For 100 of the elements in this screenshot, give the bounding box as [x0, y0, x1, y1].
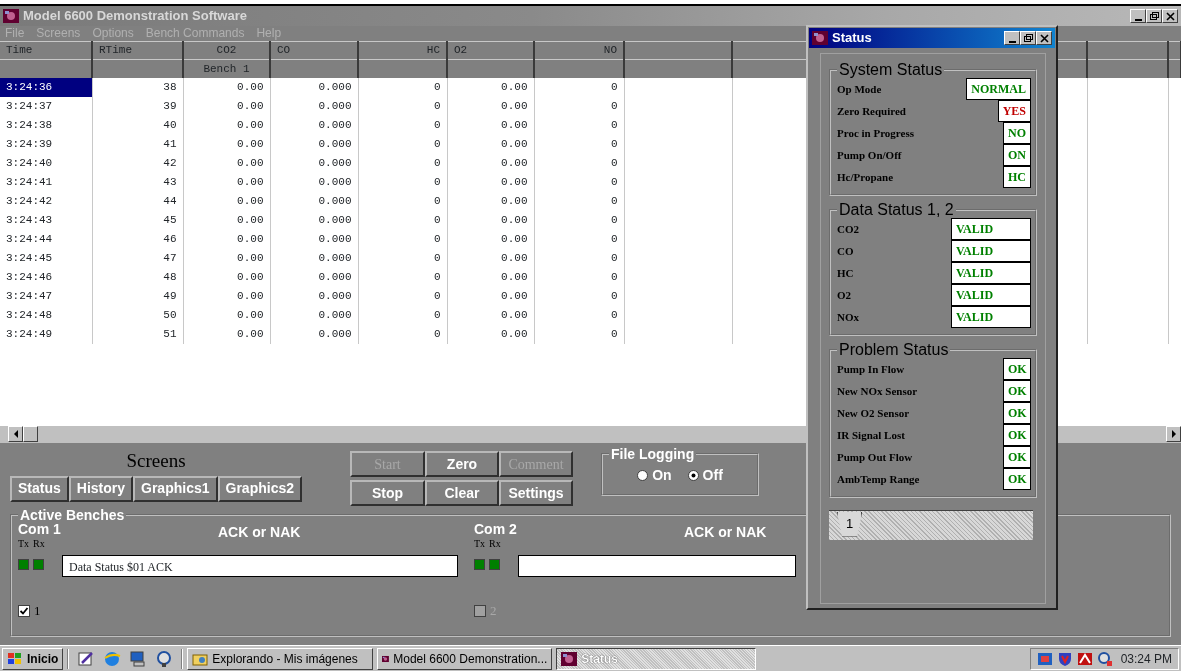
command-button[interactable]: Stop [350, 480, 425, 506]
table-cell: 0 [534, 191, 624, 211]
status-label: NOx [837, 309, 859, 325]
ack-label: ACK or NAK [218, 523, 301, 542]
table-cell: 3:24:37 [0, 96, 92, 116]
app-icon [812, 31, 828, 45]
command-button[interactable]: Zero [425, 451, 499, 477]
status-label: CO2 [837, 221, 859, 237]
table-cell: 46 [92, 229, 183, 249]
table-cell: 3:24:47 [0, 286, 92, 306]
tx-label: Tx [474, 537, 486, 551]
table-cell: 0.000 [270, 305, 358, 325]
restore-button[interactable] [1146, 9, 1162, 23]
table-cell: 0 [358, 77, 447, 97]
table-cell: 0.00 [183, 191, 270, 211]
column-header[interactable]: RTime [92, 41, 183, 60]
taskbar-button[interactable]: Status [556, 647, 757, 670]
screen-button[interactable]: Graphics2 [217, 475, 302, 502]
column-header[interactable]: Time [0, 41, 92, 60]
status-label: Zero Required [837, 103, 906, 119]
table-cell: 43 [92, 172, 183, 192]
table-cell: 0 [358, 305, 447, 325]
table-cell: 3:24:45 [0, 248, 92, 268]
page-tab[interactable]: 1 [837, 512, 863, 537]
table-cell: 0 [534, 210, 624, 230]
column-header[interactable]: O2 [447, 41, 534, 60]
table-cell: 3:24:38 [0, 115, 92, 135]
column-header[interactable]: CO2 [183, 41, 270, 60]
screen-button[interactable]: Status [10, 475, 69, 502]
radio-button[interactable] [687, 470, 699, 481]
table-cell: 0.00 [183, 210, 270, 230]
desktop-icon[interactable] [129, 649, 148, 668]
radio-button[interactable] [637, 470, 649, 481]
taskbar-button[interactable]: Model 6600 Demonstration... [377, 647, 553, 670]
restore-button[interactable] [1020, 31, 1036, 45]
restore-icon [1149, 12, 1159, 20]
radio-option[interactable]: On [637, 465, 672, 486]
table-cell: 0.00 [447, 172, 534, 192]
close-button[interactable] [1162, 9, 1178, 23]
shield-icon[interactable] [1056, 650, 1073, 667]
table-cell: 0.00 [183, 267, 270, 287]
table-cell: 47 [92, 248, 183, 268]
message-field[interactable] [518, 555, 796, 577]
close-icon [1165, 11, 1175, 21]
status-value: OK [1003, 402, 1031, 424]
screen-button[interactable]: History [68, 475, 134, 502]
table-cell: 0.00 [183, 172, 270, 192]
table-cell: 0.00 [183, 286, 270, 306]
table-cell: 0 [358, 96, 447, 116]
table-cell: 0.00 [183, 96, 270, 116]
status-value: HC [1003, 166, 1031, 188]
table-cell: 3:24:41 [0, 172, 92, 192]
table-cell: 38 [92, 77, 183, 97]
table-cell: 0 [534, 153, 624, 173]
bench-checkbox[interactable]: 1 [18, 601, 458, 621]
status-value: VALID [951, 240, 1031, 262]
column-header[interactable]: HC [358, 41, 447, 60]
table-cell: 0.000 [270, 153, 358, 173]
radio-option[interactable]: Off [687, 465, 723, 486]
table-cell: 50 [92, 305, 183, 325]
window-title: Model 6600 Demonstration Software [23, 7, 247, 26]
status-label: Pump Out Flow [837, 449, 913, 465]
command-button[interactable]: Settings [499, 480, 573, 506]
column-header[interactable]: CO [270, 41, 358, 60]
table-cell: 0 [358, 153, 447, 173]
rx-label: Rx [489, 537, 501, 551]
taskbar-button[interactable]: Explorando - Mis imágenes [187, 647, 374, 670]
table-cell: 0 [358, 286, 447, 306]
column-header[interactable]: NO [534, 41, 624, 60]
minimize-button[interactable] [1130, 9, 1146, 23]
status-label: New O2 Sensor [837, 405, 910, 421]
screen-button[interactable]: Graphics1 [133, 475, 218, 502]
table-cell: 0.000 [270, 134, 358, 154]
status-value: ON [1003, 144, 1031, 166]
close-button[interactable] [1036, 31, 1052, 45]
minimize-icon [1134, 18, 1142, 21]
status-label: New NOx Sensor [837, 383, 918, 399]
app-icon [561, 651, 578, 666]
inicio-button[interactable]: Inicio [2, 647, 64, 670]
scroll-thumb[interactable] [23, 426, 38, 442]
table-cell: 0 [358, 172, 447, 192]
pen-icon[interactable] [77, 649, 96, 668]
message-field[interactable]: Data Status $01 ACK [62, 555, 458, 577]
table-cell: 3:24:43 [0, 210, 92, 230]
table-cell: 0 [534, 115, 624, 135]
status-value: NORMAL [966, 78, 1031, 100]
command-button[interactable]: Clear [425, 480, 499, 506]
table-cell: 0 [534, 248, 624, 268]
table-cell: 3:24:40 [0, 153, 92, 173]
folder-icon [192, 651, 209, 666]
checkbox[interactable] [18, 604, 30, 617]
table-cell: 0.000 [270, 248, 358, 268]
status-label: AmbTemp Range [837, 471, 920, 487]
table-cell: 0 [358, 248, 447, 268]
minimize-button[interactable] [1004, 31, 1020, 45]
table-cell: 0 [534, 96, 624, 116]
table-cell: 44 [92, 191, 183, 211]
network-icon[interactable] [1096, 650, 1113, 667]
table-cell: 0.000 [270, 191, 358, 211]
status-label: IR Signal Lost [837, 427, 905, 443]
